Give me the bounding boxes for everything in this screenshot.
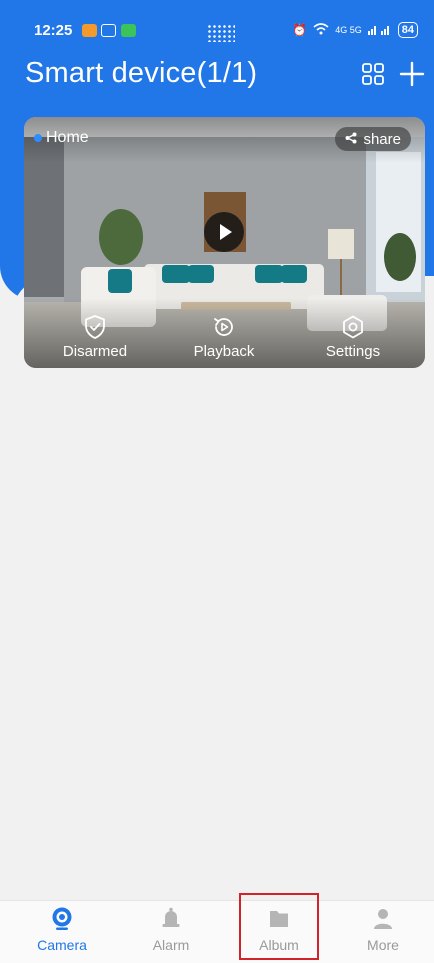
network-label: 4G 5G — [335, 25, 362, 35]
grid-view-icon[interactable] — [362, 63, 384, 85]
image-app-icon — [101, 24, 116, 37]
shield-check-icon — [85, 315, 105, 339]
nav-camera[interactable]: Camera — [12, 907, 112, 953]
settings-label: Settings — [325, 343, 381, 360]
bottom-navigation: Camera Alarm Album More — [0, 900, 434, 963]
status-bar: 12:25 ⏰ 4G 5G 84 — [0, 0, 434, 44]
device-location: Home — [34, 129, 89, 147]
nav-alarm-label: Alarm — [152, 937, 190, 953]
disarmed-label: Disarmed — [62, 343, 128, 360]
wifi-icon — [313, 22, 329, 38]
device-location-label: Home — [46, 129, 89, 146]
online-dot-icon — [34, 134, 42, 142]
heart-app-icon — [82, 24, 97, 37]
device-card[interactable]: Home share Disarmed Playback Settings — [24, 117, 425, 368]
playback-label: Playback — [193, 343, 255, 360]
playback-button[interactable]: Playback — [174, 315, 274, 360]
share-label: share — [363, 130, 401, 148]
nav-more[interactable]: More — [333, 907, 433, 953]
chat-app-icon — [121, 24, 136, 37]
page-title: Smart device(1/1) — [25, 57, 258, 89]
album-highlight-box — [239, 893, 319, 960]
nav-alarm[interactable]: Alarm — [121, 907, 221, 953]
settings-button[interactable]: Settings — [303, 315, 403, 360]
bell-icon — [162, 907, 180, 927]
play-button[interactable] — [204, 212, 244, 252]
status-indicators: ⏰ 4G 5G 84 — [292, 22, 418, 38]
disarmed-button[interactable]: Disarmed — [45, 315, 145, 360]
person-icon — [374, 909, 392, 929]
playback-icon — [214, 318, 233, 336]
nav-more-label: More — [367, 937, 399, 953]
add-device-icon[interactable] — [398, 60, 426, 88]
settings-icon — [343, 315, 363, 339]
alarm-clock-icon: ⏰ — [292, 23, 308, 37]
camera-icon — [52, 907, 72, 930]
dots-icon — [207, 24, 235, 42]
battery-indicator: 84 — [397, 22, 418, 38]
signal-icon — [367, 23, 392, 38]
share-button[interactable]: share — [335, 127, 411, 151]
share-icon — [345, 131, 357, 148]
nav-camera-label: Camera — [37, 937, 87, 953]
status-time: 12:25 — [34, 22, 73, 39]
play-icon — [220, 224, 232, 240]
